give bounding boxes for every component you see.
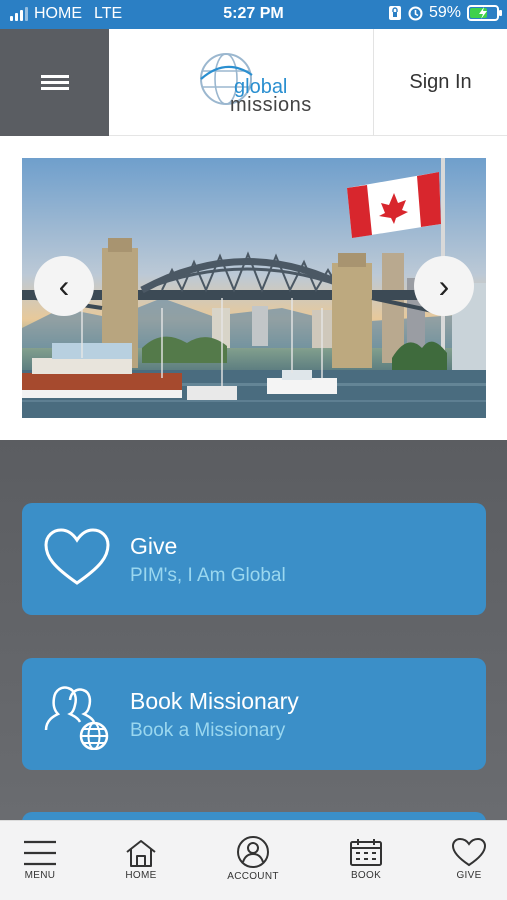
app-header: global missions Sign In [0, 29, 507, 136]
calendar-icon [350, 839, 382, 866]
nav-item-account[interactable]: ACCOUNT [213, 836, 293, 882]
give-card-subtitle: PIM's, I Am Global [130, 565, 286, 586]
nav-item-home[interactable]: HOME [101, 839, 181, 881]
carousel-next-button[interactable]: › [414, 256, 474, 316]
sign-in-link[interactable]: Sign In [409, 71, 471, 94]
nav-label-give: GIVE [456, 870, 482, 881]
charging-bolt-icon [479, 7, 487, 19]
book-missionary-card-title: Book Missionary [130, 688, 299, 714]
nav-item-give[interactable]: GIVE [429, 837, 507, 881]
menu-icon [24, 840, 56, 866]
sign-in-area: Sign In [373, 29, 507, 136]
action-cards-area: Give PIM's, I Am Global Book Missionary … [0, 440, 507, 832]
battery-icon [467, 5, 502, 21]
bottom-navigation: MENU HOME ACCOUNT BOOK GIVE [0, 820, 507, 900]
battery-percent: 59% [428, 4, 461, 21]
hero-carousel[interactable]: ‹ › [22, 158, 486, 418]
nav-label-account: ACCOUNT [227, 871, 279, 882]
nav-label-home: HOME [125, 870, 157, 881]
nav-item-book[interactable]: BOOK [326, 839, 406, 881]
missionary-globe-icon [44, 686, 109, 750]
hamburger-menu-button[interactable] [0, 29, 109, 136]
heart-icon [451, 837, 487, 867]
book-missionary-card[interactable]: Book Missionary Book a Missionary [22, 658, 486, 770]
logo-text-missions: missions [230, 94, 312, 116]
nav-label-book: BOOK [350, 870, 382, 881]
nav-label-menu: MENU [24, 870, 56, 881]
status-bar: HOME LTE 5:27 PM 59% [0, 0, 507, 29]
canada-flag [347, 172, 441, 238]
status-right: 59% [388, 4, 502, 22]
hamburger-icon [40, 72, 69, 93]
chevron-left-icon: ‹ [58, 267, 70, 304]
lock-rotation-icon [388, 6, 401, 20]
nav-item-menu[interactable]: MENU [0, 839, 80, 881]
give-card[interactable]: Give PIM's, I Am Global [22, 503, 486, 615]
carousel-prev-button[interactable]: ‹ [34, 256, 94, 316]
heart-icon [44, 528, 110, 585]
account-icon [237, 836, 269, 868]
global-missions-logo[interactable]: global missions [196, 49, 316, 119]
home-icon [126, 840, 156, 867]
alarm-icon [408, 6, 423, 20]
book-missionary-card-subtitle: Book a Missionary [130, 720, 286, 741]
give-card-title: Give [130, 533, 178, 559]
chevron-right-icon: › [438, 267, 450, 304]
